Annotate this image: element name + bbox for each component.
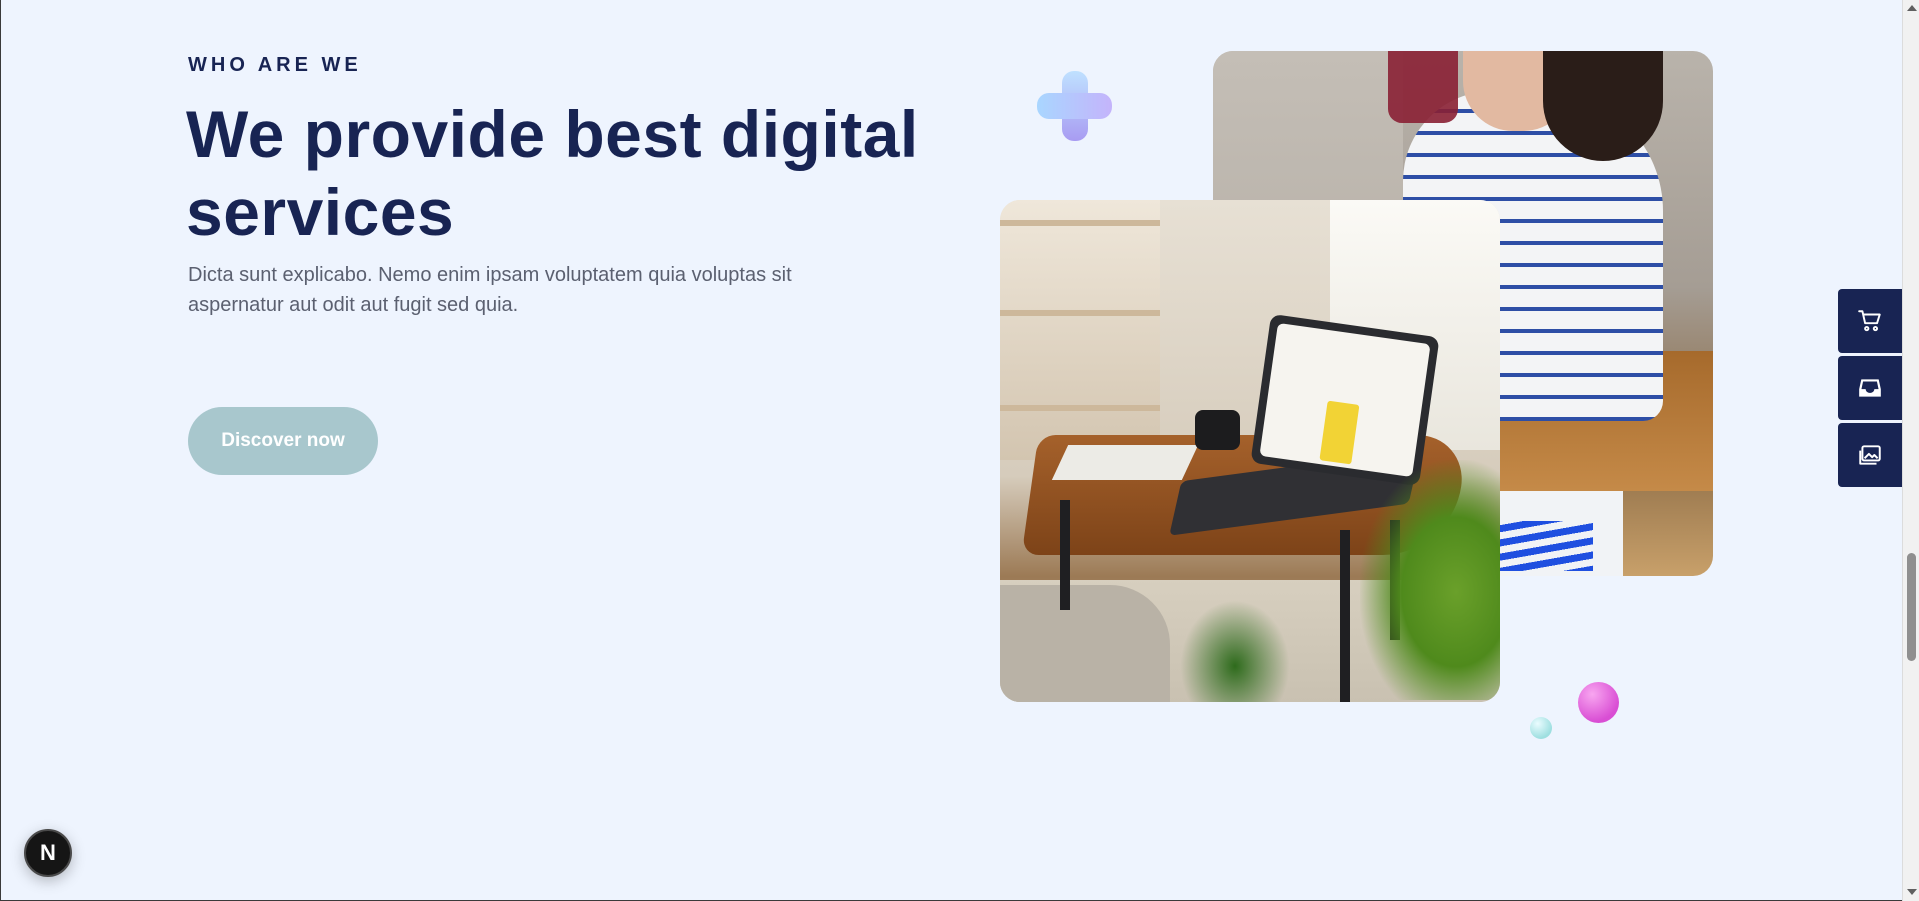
nextjs-dev-badge[interactable]: N [24, 829, 72, 877]
inbox-button[interactable] [1838, 356, 1902, 420]
gallery-button[interactable] [1838, 423, 1902, 487]
pink-ball-decoration [1578, 682, 1619, 723]
scroll-thumb[interactable] [1907, 553, 1916, 661]
page-scrollbar[interactable] [1902, 0, 1919, 901]
discover-now-button[interactable]: Discover now [188, 407, 378, 475]
scroll-up-icon[interactable] [1907, 5, 1917, 11]
page-title: We provide best digital services [186, 97, 919, 249]
cart-icon [1858, 310, 1881, 332]
scroll-down-icon[interactable] [1907, 889, 1917, 895]
plus-decoration [1037, 71, 1112, 141]
section-eyebrow: WHO ARE WE [188, 54, 362, 76]
cart-button[interactable] [1838, 289, 1902, 353]
laptop-on-table-photo [1000, 200, 1500, 702]
teal-ball-decoration [1530, 717, 1552, 739]
gallery-icon [1859, 445, 1881, 465]
section-description: Dicta sunt explicabo. Nemo enim ipsam vo… [188, 264, 792, 316]
inbox-icon [1859, 379, 1881, 397]
